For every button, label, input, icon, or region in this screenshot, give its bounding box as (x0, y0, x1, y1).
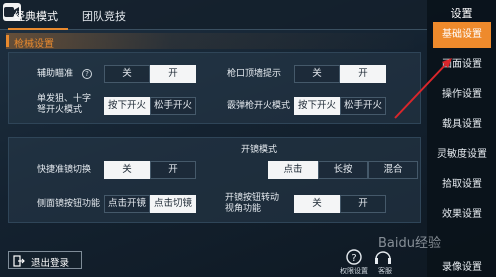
annotation-arrow (394, 58, 452, 119)
